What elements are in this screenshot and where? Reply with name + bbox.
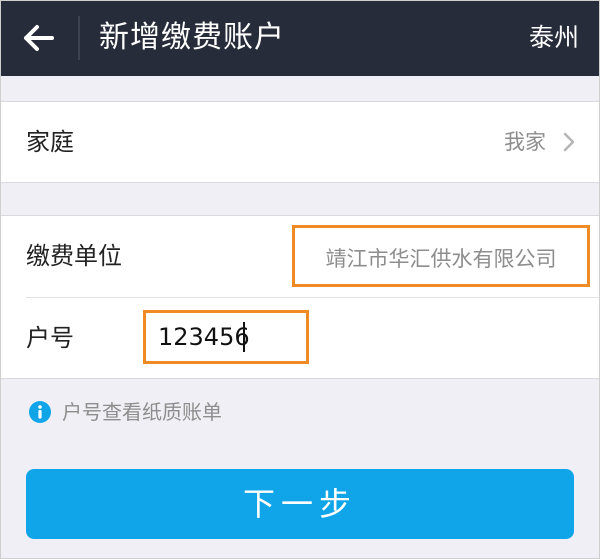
- back-arrow-icon: [12, 16, 64, 60]
- account-label: 户号: [26, 324, 74, 352]
- pay-unit-value[interactable]: 靖江市华汇供水有限公司: [292, 225, 590, 287]
- next-step-button[interactable]: 下一步: [26, 469, 574, 539]
- city-selector[interactable]: 泰州: [529, 16, 579, 60]
- text-caret: [243, 322, 245, 352]
- header-divider: [78, 16, 80, 60]
- account-tip: 户号查看纸质账单: [28, 399, 222, 425]
- family-section: 家庭 我家: [0, 101, 600, 183]
- pay-unit-row[interactable]: 缴费单位 靖江市华汇供水有限公司: [0, 216, 600, 296]
- pay-unit-label: 缴费单位: [26, 242, 122, 270]
- family-row[interactable]: 家庭 我家: [0, 102, 600, 182]
- info-icon: [28, 400, 52, 424]
- family-label: 家庭: [26, 128, 74, 156]
- family-value: 我家: [504, 130, 546, 154]
- back-button[interactable]: [12, 16, 64, 60]
- account-number-value: 123456: [158, 323, 250, 351]
- payment-section: 缴费单位 靖江市华汇供水有限公司 户号 123456: [0, 215, 600, 379]
- chevron-right-icon: [562, 132, 576, 152]
- tip-text: 户号查看纸质账单: [62, 400, 222, 424]
- page-title: 新增缴费账户: [99, 20, 285, 55]
- header-bar: 新增缴费账户 泰州: [0, 0, 600, 76]
- account-number-input[interactable]: 123456: [143, 310, 309, 364]
- account-row: 户号 123456: [0, 298, 600, 378]
